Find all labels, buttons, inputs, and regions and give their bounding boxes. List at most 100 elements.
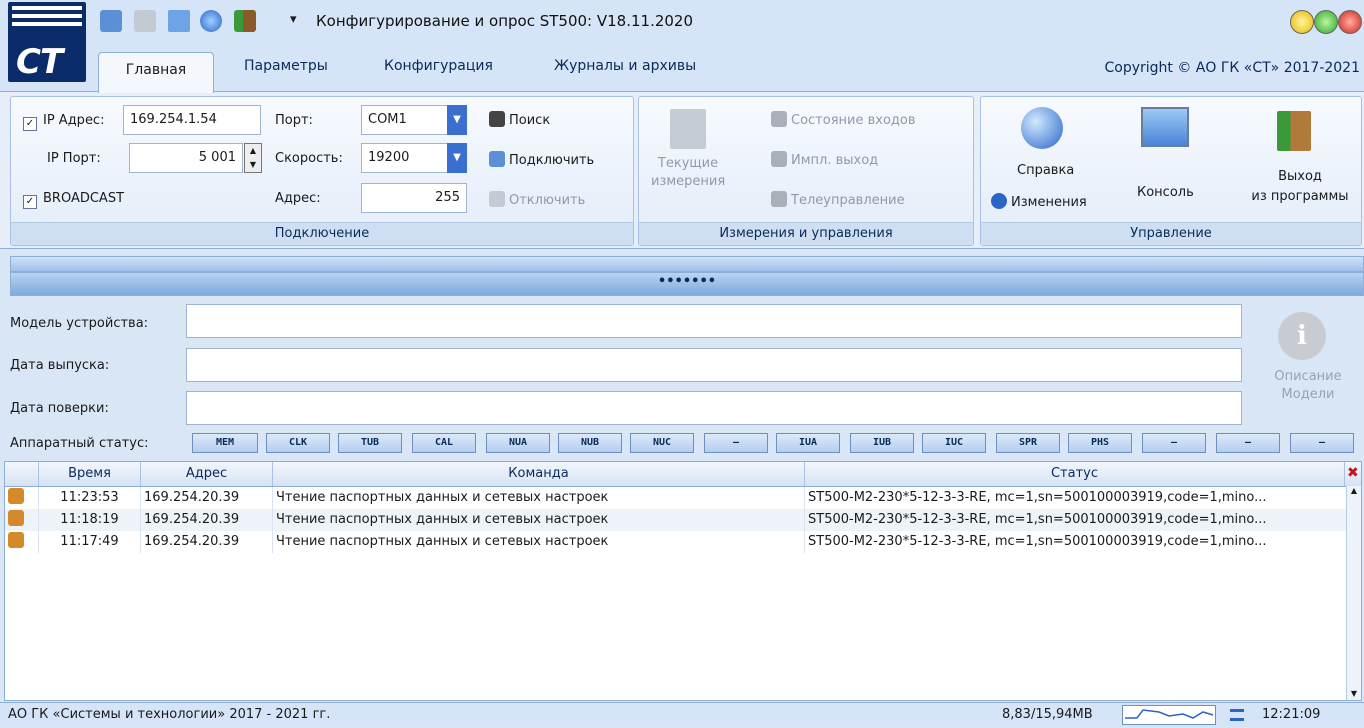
cell-command: Чтение паспортных данных и сетевых настр…	[273, 487, 805, 509]
menu-lines-icon[interactable]	[1230, 709, 1244, 721]
close-button[interactable]	[1338, 10, 1362, 34]
scroll-down-icon[interactable]: ▼	[1347, 689, 1361, 698]
model-field	[186, 304, 1242, 338]
hw-indicator-nuc: NUC	[630, 433, 694, 453]
hw-indicator-blank-1: –	[704, 433, 768, 453]
verify-date-field	[186, 391, 1242, 425]
minimize-button[interactable]	[1290, 10, 1314, 34]
address-label: Адрес:	[275, 191, 321, 206]
help-globe-icon[interactable]	[200, 10, 222, 32]
table-row[interactable]: 11:23:53 169.254.20.39 Чтение паспортных…	[5, 487, 1347, 509]
connect-icon[interactable]	[100, 10, 122, 32]
column-header-status[interactable]: Статус	[805, 462, 1345, 486]
telecontrol-label: Телеуправление	[791, 193, 905, 208]
tab-journals[interactable]: Журналы и архивы	[554, 58, 696, 74]
cpu-graph	[1122, 705, 1216, 725]
pulse-output-button[interactable]: Импл. выход	[771, 151, 878, 168]
telecontrol-button[interactable]: Телеуправление	[771, 191, 905, 208]
column-header-time[interactable]: Время	[39, 462, 141, 486]
model-description-icon[interactable]: i	[1278, 312, 1326, 360]
measurements-group: Текущие измерения Состояние входов Импл.…	[638, 96, 974, 246]
cell-command: Чтение паспортных данных и сетевых настр…	[273, 509, 805, 531]
search-button[interactable]: Поиск	[489, 111, 550, 128]
changes-button[interactable]: Изменения	[991, 193, 1087, 210]
disconnect-icon[interactable]	[134, 10, 156, 32]
release-date-label: Дата выпуска:	[10, 358, 110, 373]
help-globe-icon[interactable]	[1021, 107, 1063, 149]
model-label: Модель устройства:	[10, 316, 149, 331]
maximize-button[interactable]	[1314, 10, 1338, 34]
binoculars-icon	[489, 111, 505, 127]
console-button[interactable]: Консоль	[1137, 185, 1194, 200]
hw-indicator-mem: MEM	[192, 433, 258, 453]
ip-address-checkbox[interactable]: ✓ IP Адрес:	[23, 113, 104, 131]
port-label: Порт:	[275, 113, 313, 128]
speed-label: Скорость:	[275, 151, 343, 166]
company-text: АО ГК «Системы и технологии» 2017 - 2021…	[8, 707, 331, 722]
column-header-address[interactable]: Адрес	[141, 462, 273, 486]
hw-indicator-tub: TUB	[338, 433, 402, 453]
changes-label: Изменения	[1011, 195, 1087, 210]
vertical-scrollbar[interactable]: ▲ ▼	[1346, 486, 1361, 700]
hw-status-label: Аппаратный статус:	[10, 436, 149, 451]
log-table[interactable]: Время Адрес Команда Статус ✖ 11:23:53 16…	[4, 461, 1362, 701]
exit-icon[interactable]	[234, 10, 256, 32]
cell-status: ST500-M2-230*5-12-3-3-RE, mc=1,sn=500100…	[805, 509, 1347, 531]
hw-indicator-nub: NUB	[558, 433, 622, 453]
exit-icon[interactable]	[1277, 111, 1311, 151]
current-measurements-button[interactable]: Текущие измерения	[651, 109, 725, 191]
clear-log-icon[interactable]: ✖	[1347, 464, 1359, 482]
speed-dropdown-button[interactable]: ▼	[447, 143, 467, 173]
hw-indicator-iub: IUB	[850, 433, 914, 453]
cell-address: 169.254.20.39	[141, 531, 273, 553]
cell-command: Чтение паспортных данных и сетевых настр…	[273, 531, 805, 553]
column-header-command[interactable]: Команда	[273, 462, 805, 486]
help-button[interactable]: Справка	[1017, 163, 1074, 178]
release-date-field	[186, 348, 1242, 382]
address-input[interactable]: 255	[361, 183, 467, 213]
quick-access-dropdown-icon[interactable]: ▾	[290, 12, 297, 27]
table-icon	[670, 109, 706, 149]
disconnect-button[interactable]: Отключить	[489, 191, 585, 208]
device-icon	[8, 510, 24, 526]
connect-button-label: Подключить	[509, 153, 595, 168]
connection-caption: Подключение	[11, 222, 633, 245]
port-dropdown-button[interactable]: ▼	[447, 105, 467, 135]
table-header: Время Адрес Команда Статус ✖	[5, 462, 1361, 487]
scroll-up-icon[interactable]: ▲	[1347, 486, 1361, 495]
console-icon[interactable]	[168, 10, 190, 32]
hw-indicator-blank-2: –	[1142, 433, 1206, 453]
tab-parameters[interactable]: Параметры	[244, 58, 328, 74]
column-header-icon	[5, 462, 39, 486]
inputs-state-button[interactable]: Состояние входов	[771, 111, 916, 128]
table-row[interactable]: 11:17:49 169.254.20.39 Чтение паспортных…	[5, 531, 1347, 553]
ip-port-stepper[interactable]: ▲ ▼	[244, 143, 262, 173]
hw-indicator-iuc: IUC	[922, 433, 986, 453]
model-description-button[interactable]: Описание Модели	[1262, 368, 1354, 404]
model-description-label-1: Описание	[1274, 369, 1342, 384]
cell-status: ST500-M2-230*5-12-3-3-RE, mc=1,sn=500100…	[805, 531, 1347, 553]
console-icon[interactable]	[1141, 107, 1189, 147]
table-row[interactable]: 11:18:19 169.254.20.39 Чтение паспортных…	[5, 509, 1347, 531]
exit-label-2: из программы	[1251, 189, 1349, 204]
search-button-label: Поиск	[509, 113, 551, 128]
app-logo[interactable]: CT	[8, 2, 86, 82]
progress-bar	[10, 256, 1364, 272]
management-caption: Управление	[981, 222, 1361, 245]
connect-button[interactable]: Подключить	[489, 151, 594, 168]
model-description-label-2: Модели	[1281, 387, 1335, 402]
management-group: Справка Изменения Консоль Выход из прогр…	[980, 96, 1362, 246]
exit-button[interactable]: Выход из программы	[1245, 167, 1355, 207]
tab-configuration[interactable]: Конфигурация	[384, 58, 493, 74]
cell-time: 11:17:49	[39, 531, 141, 553]
disconnect-icon	[489, 191, 505, 207]
ip-port-input[interactable]: 5 001	[129, 143, 243, 173]
ip-address-input[interactable]: 169.254.1.54	[123, 105, 261, 135]
inputs-state-label: Состояние входов	[791, 113, 916, 128]
info-icon	[991, 193, 1007, 209]
row-icon	[5, 531, 39, 553]
measurements-caption: Измерения и управления	[639, 222, 973, 245]
hw-indicator-nua: NUA	[486, 433, 550, 453]
broadcast-checkbox[interactable]: ✓ BROADCAST	[23, 191, 124, 209]
tab-main[interactable]: Главная	[98, 52, 214, 93]
